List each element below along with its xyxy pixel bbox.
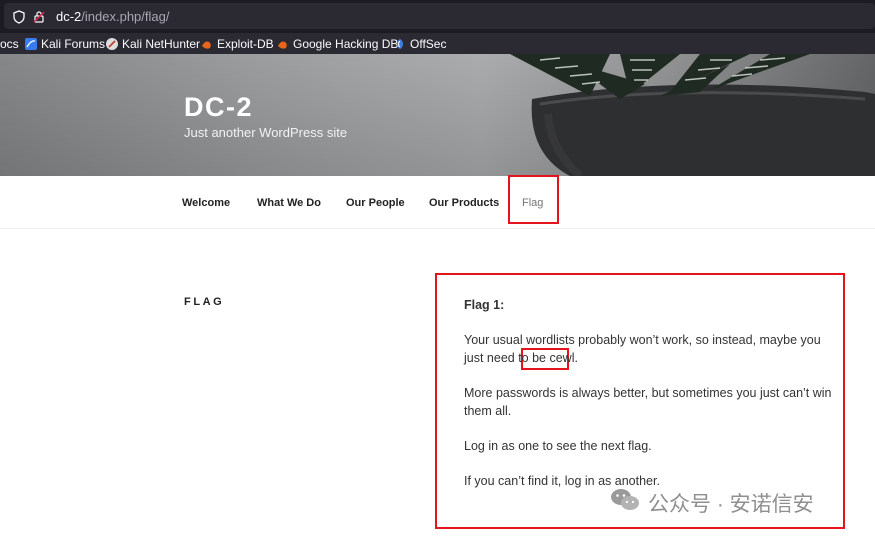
kali-nethunter-icon bbox=[106, 38, 118, 50]
nav-item-welcome[interactable]: Welcome bbox=[182, 197, 230, 209]
wechat-icon bbox=[610, 487, 640, 519]
flag-paragraph-1: Your usual wordlists probably won’t work… bbox=[464, 331, 842, 367]
cewl-hint: cewl bbox=[549, 351, 575, 365]
bookmark-kali-nethunter[interactable]: Kali NetHunter bbox=[106, 36, 200, 52]
watermark-text: 公众号 · 安诺信安 bbox=[648, 493, 814, 516]
bookmark-label: Kali NetHunter bbox=[122, 37, 201, 51]
bookmark-exploit-db[interactable]: Exploit-DB bbox=[201, 36, 274, 52]
lock-insecure-icon[interactable] bbox=[32, 10, 46, 24]
page-title: FLAG bbox=[184, 296, 225, 308]
succulent-plant-image bbox=[510, 54, 875, 176]
site-description: Just another WordPress site bbox=[184, 125, 348, 140]
flag-paragraph-2: More passwords is always better, but som… bbox=[464, 386, 832, 418]
paragraph-1-end: . bbox=[574, 351, 578, 365]
bookmark-label: ocs bbox=[0, 37, 19, 51]
bookmark-kali-forums[interactable]: Kali Forums bbox=[25, 36, 105, 52]
nav-item-our-people[interactable]: Our People bbox=[346, 197, 405, 209]
site-header-banner: DC-2 Just another WordPress site bbox=[0, 54, 875, 176]
address-bar[interactable]: dc-2/index.php/flag/ bbox=[4, 3, 875, 29]
main-navigation: Welcome What We Do Our People Our Produc… bbox=[0, 176, 875, 229]
bookmarks-bar: ocs Kali Forums Kali NetHunter Exploit-D… bbox=[0, 32, 875, 54]
bookmark-ghdb[interactable]: Google Hacking DB bbox=[277, 36, 398, 52]
offsec-icon bbox=[394, 38, 406, 50]
bookmark-label: Kali Forums bbox=[41, 37, 106, 51]
bookmark-label: OffSec bbox=[410, 37, 447, 51]
bookmark-label: Exploit-DB bbox=[217, 37, 274, 51]
url-text[interactable]: dc-2/index.php/flag/ bbox=[56, 9, 169, 24]
bookmark-label: Google Hacking DB bbox=[293, 37, 399, 51]
bookmark-docs[interactable]: ocs bbox=[0, 36, 19, 52]
exploit-db-icon bbox=[201, 38, 213, 50]
flag-paragraph-3: Log in as one to see the next flag. bbox=[464, 439, 652, 453]
kali-icon bbox=[25, 38, 37, 50]
bookmark-offsec[interactable]: OffSec bbox=[394, 36, 446, 52]
wechat-watermark: 公众号 · 安诺信安 bbox=[610, 487, 814, 519]
nav-item-our-products[interactable]: Our Products bbox=[429, 197, 499, 209]
site-title[interactable]: DC-2 bbox=[184, 92, 253, 123]
ghdb-icon bbox=[277, 38, 289, 50]
shield-icon[interactable] bbox=[12, 10, 26, 24]
annotation-box-flag-nav bbox=[508, 175, 559, 224]
flag-heading: Flag 1: bbox=[464, 298, 505, 312]
paragraph-1-text: Your usual wordlists probably won’t work… bbox=[464, 333, 821, 365]
url-host: dc-2 bbox=[56, 9, 82, 24]
url-path: /index.php/flag/ bbox=[81, 9, 170, 24]
browser-urlbar: dc-2/index.php/flag/ bbox=[0, 0, 875, 32]
nav-item-what-we-do[interactable]: What We Do bbox=[257, 197, 321, 209]
